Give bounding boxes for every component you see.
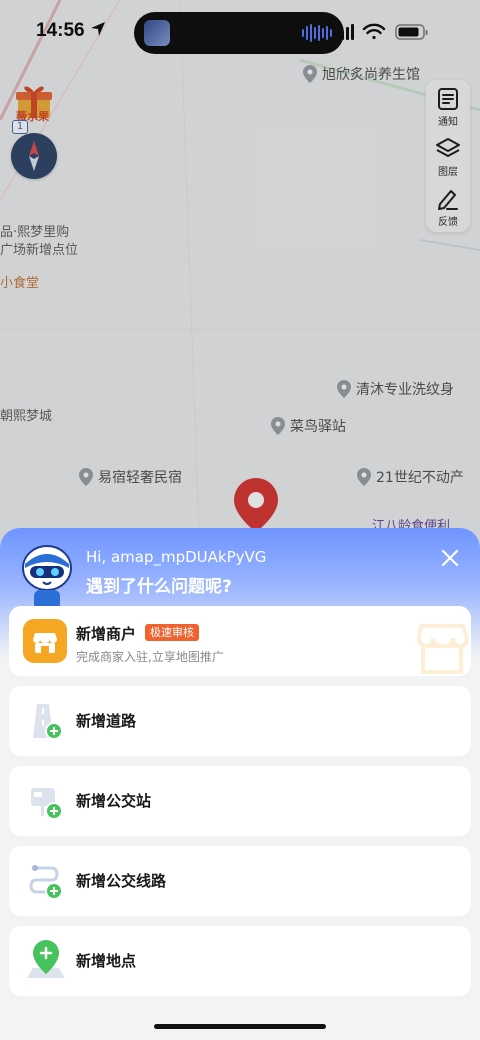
signal-icon (336, 24, 354, 40)
location-plus-icon (23, 938, 69, 984)
merchant-title: 新增商户 (76, 625, 137, 643)
poi-homestay[interactable]: 易宿轻奢民宿 (78, 467, 182, 487)
notice-icon (438, 88, 458, 110)
question-title: 遇到了什么问题呢? (86, 577, 232, 597)
merchant-subtitle: 完成商家入驻,立享地图推广 (76, 650, 224, 664)
dynamic-island[interactable] (134, 12, 344, 54)
add-bus-stop-item[interactable]: 新增公交站 (9, 766, 471, 836)
add-place-label: 新增地点 (76, 952, 137, 970)
add-road-label: 新增道路 (76, 712, 137, 730)
poi-cainiao[interactable]: 菜鸟驿站 (270, 416, 346, 436)
poi-pin-icon (271, 417, 285, 435)
tool-feedback[interactable]: 反馈 (426, 182, 470, 230)
poi-pin-icon (337, 380, 351, 398)
add-road-item[interactable]: 新增道路 (9, 686, 471, 756)
poi-massage[interactable]: 旭欣炙尚养生馆 (302, 64, 420, 84)
map-label-shop-2: 广场新增点位 (0, 243, 79, 258)
map-tools-panel: 通知 图层 反馈 (426, 80, 470, 232)
poi-tattoo[interactable]: 清沐专业洗纹身 (336, 379, 454, 399)
feedback-sheet: Hi, amap_mpDUAkPyVG 遇到了什么问题呢? 新增商户 极速审核 … (0, 528, 480, 1040)
poi-pin-icon (357, 468, 371, 486)
map-label-city: 朝熙梦城 (0, 409, 53, 424)
status-bar: 14:56 (0, 0, 480, 62)
map-label-canteen: 小食堂 (0, 276, 40, 291)
tool-notice[interactable]: 通知 (426, 82, 470, 130)
map-label-shop-1: 品·熙梦里购 (0, 225, 70, 240)
status-icons (336, 23, 428, 40)
add-bus-stop-label: 新增公交站 (76, 792, 152, 810)
battery-icon (395, 24, 428, 40)
now-playing-thumbnail (144, 20, 170, 46)
home-indicator[interactable] (154, 1024, 326, 1029)
floor-badge: 1 (12, 120, 28, 134)
fast-review-badge: 极速审核 (145, 624, 199, 641)
tool-layers[interactable]: 图层 (426, 132, 470, 180)
add-place-item[interactable]: 新增地点 (9, 926, 471, 996)
store-watermark-icon (416, 624, 470, 674)
location-arrow-icon (90, 22, 105, 36)
add-merchant-card[interactable]: 新增商户 极速审核 完成商家入驻,立享地图推广 (9, 606, 471, 676)
map-view[interactable]: 旭欣炙尚养生馆 品·熙梦里购 广场新增点位 小食堂 清沐专业洗纹身 朝熙梦城 菜… (0, 0, 480, 560)
greeting-text: Hi, amap_mpDUAkPyVG (86, 548, 267, 566)
close-icon[interactable] (440, 548, 460, 568)
bus-route-plus-icon (23, 858, 69, 904)
audio-wave-icon (302, 24, 332, 42)
road-plus-icon (23, 698, 69, 744)
poi-realestate[interactable]: 21世纪不动产 (356, 467, 464, 487)
poi-pin-icon (79, 468, 93, 486)
feedback-pen-icon (438, 190, 458, 210)
merchant-store-icon (23, 619, 67, 663)
poi-pin-icon (303, 65, 317, 83)
bus-stop-plus-icon (23, 778, 69, 824)
add-bus-route-item[interactable]: 新增公交线路 (9, 846, 471, 916)
layers-icon (436, 138, 460, 157)
location-pin-icon[interactable] (230, 476, 282, 534)
status-time: 14:56 (36, 20, 106, 42)
compass-icon[interactable] (11, 133, 57, 179)
wifi-icon (362, 23, 386, 40)
add-bus-route-label: 新增公交线路 (76, 872, 167, 890)
mascot-avatar (22, 545, 72, 614)
